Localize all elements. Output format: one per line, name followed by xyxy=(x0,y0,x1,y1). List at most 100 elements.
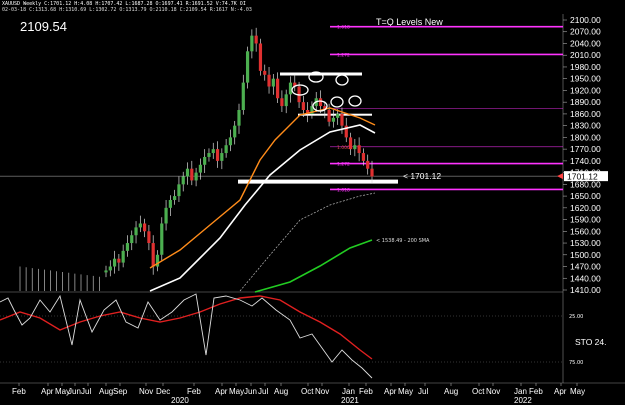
last-price-marker xyxy=(557,173,563,180)
time-axis: Feb Apr MayJun Jul Aug Sep Nov Dec Feb Apr May Jun J… xyxy=(12,383,585,405)
candle-body xyxy=(237,110,241,126)
candle-body xyxy=(327,110,331,122)
fib-level-label: 1.272 xyxy=(337,52,350,58)
year-label: 2020 xyxy=(171,396,189,405)
price-tick-label: 1560.00 xyxy=(570,226,601,236)
candle-body xyxy=(164,207,168,224)
pattern-circle xyxy=(348,95,362,107)
time-tick-label: Aug xyxy=(444,387,458,396)
candle-body xyxy=(160,223,164,255)
candle-body xyxy=(233,125,237,138)
candle-body xyxy=(280,98,284,107)
stochastic-panel: 25.00 75.00 STO 24. xyxy=(0,293,607,379)
horizontal-levels xyxy=(238,72,398,184)
candle-body xyxy=(348,137,353,150)
candle-body xyxy=(125,243,130,251)
candle-body xyxy=(224,145,228,154)
candle-body xyxy=(134,227,138,236)
candle-body xyxy=(190,168,194,181)
candle-body xyxy=(318,98,323,107)
price-tick-label: 1440.00 xyxy=(570,273,601,283)
candle-body xyxy=(112,258,117,267)
support-bar xyxy=(238,179,398,184)
price-tick-label: 1800.00 xyxy=(570,132,601,142)
stoch-tick-label: 25.00 xyxy=(569,314,583,320)
candle-body xyxy=(263,70,267,75)
candle-body xyxy=(104,270,108,273)
fib-level-label: 1.000 xyxy=(337,145,350,151)
time-tick-label: Dec xyxy=(156,387,170,396)
candle-body xyxy=(207,153,211,157)
candle-body xyxy=(340,113,344,126)
price-tick-label: 1590.00 xyxy=(570,215,601,225)
price-tick-label: 1530.00 xyxy=(570,238,601,248)
candle-body xyxy=(258,43,263,71)
candle-body xyxy=(121,250,125,263)
candle-body xyxy=(203,156,207,165)
candle-body xyxy=(271,78,275,87)
time-tick-label: Nov xyxy=(139,387,153,396)
time-tick-label: Aug xyxy=(274,387,288,396)
price-tick-label: 1500.00 xyxy=(570,250,601,260)
candle-body xyxy=(138,223,142,228)
price-tick-label: 1860.00 xyxy=(570,109,601,119)
dashed-ma-line xyxy=(239,192,376,292)
candle-body xyxy=(147,231,151,244)
time-tick-label: Oct xyxy=(301,387,314,396)
time-tick-label: Jan xyxy=(514,387,527,396)
candle-body xyxy=(173,196,177,200)
sma200-label: < 1538.49 - 200 SMA xyxy=(376,238,430,244)
price-tick-label: 1950.00 xyxy=(570,74,601,84)
candle-body xyxy=(151,243,155,267)
candle-body xyxy=(198,164,202,173)
year-label: 2021 xyxy=(341,396,359,405)
price-tick-label: 1980.00 xyxy=(570,62,601,72)
stoch-label: STO 24. xyxy=(575,337,607,347)
price-tick-label: 1410.00 xyxy=(570,285,601,295)
candle-body xyxy=(357,145,361,154)
price-chart[interactable]: 1.618 1.272 1.000 1.272 1.618 < 1701.12 < 153… xyxy=(0,0,625,405)
candle-body xyxy=(366,160,370,169)
price-tick-label: 1650.00 xyxy=(570,191,601,201)
candle-body xyxy=(117,258,121,263)
price-label: < 1701.12 xyxy=(403,171,441,181)
time-tick-label: Feb xyxy=(529,387,543,396)
candle-body xyxy=(267,74,271,87)
price-tick-label: 1770.00 xyxy=(570,144,601,154)
time-tick-label: Sep xyxy=(113,387,128,396)
fib-level-label: 1.272 xyxy=(337,162,350,168)
stoch-tick-label: 75.00 xyxy=(569,360,583,366)
time-tick-label: Jul xyxy=(81,387,91,396)
candle-body xyxy=(241,82,245,110)
candle-body xyxy=(331,117,335,122)
pivot-bar xyxy=(298,113,372,116)
time-tick-label: May xyxy=(570,387,585,396)
price-tick-label: 1620.00 xyxy=(570,203,601,213)
moving-averages xyxy=(149,107,376,293)
time-tick-label: Aug xyxy=(99,387,113,396)
candle-body xyxy=(245,51,250,83)
time-tick-label: May xyxy=(398,387,413,396)
chart-grid xyxy=(0,14,625,384)
price-tick-label: 1890.00 xyxy=(570,97,601,107)
candle-body xyxy=(361,153,366,161)
time-tick-label: Jun xyxy=(244,387,257,396)
candle-body xyxy=(228,137,233,146)
price-tick-label: 1470.00 xyxy=(570,262,601,272)
pattern-circle xyxy=(330,96,344,108)
time-tick-label: Feb xyxy=(187,387,201,396)
candle-body xyxy=(370,168,374,177)
candle-body xyxy=(177,184,181,197)
candle-body xyxy=(353,145,357,150)
time-tick-label: Jun xyxy=(68,387,81,396)
price-tick-label: 2070.00 xyxy=(570,27,601,37)
stoch-fast-line xyxy=(0,293,373,379)
time-tick-label: Jan xyxy=(342,387,355,396)
candle-body xyxy=(130,235,134,244)
year-label: 2022 xyxy=(514,396,532,405)
price-axis: 2100.00 2070.002040.00 2010.00 1980.00 1950.… xyxy=(557,15,608,295)
price-tick-label: 1830.00 xyxy=(570,121,601,131)
candle-body xyxy=(301,102,305,110)
price-tick-label: 2010.00 xyxy=(570,50,601,60)
candle-body xyxy=(220,153,224,161)
